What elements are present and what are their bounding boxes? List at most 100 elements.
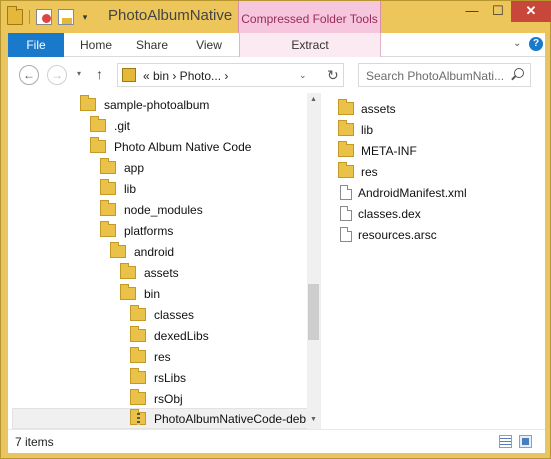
tree-item-assets[interactable]: assets [120,262,179,283]
scroll-down-button[interactable]: ▼ [307,413,320,427]
expand-ribbon-icon[interactable]: ⌄ [513,38,525,50]
search-icon[interactable] [511,68,524,80]
tab-file[interactable]: File [8,33,64,57]
help-icon[interactable]: ? [529,37,543,51]
close-button[interactable]: ✕ [511,1,551,22]
address-dropdown-icon[interactable]: ⌄ [299,70,307,81]
maximize-button[interactable]: ☐ [485,1,511,22]
folder-icon [130,347,146,363]
customize-toolbar-icon[interactable]: ▾ [80,12,90,22]
refresh-icon[interactable]: ↻ [327,67,339,84]
tree-item-label: Photo Album Native Code [114,139,252,154]
tab-home[interactable]: Home [74,33,118,57]
tree-item-bin[interactable]: bin [120,283,160,304]
tree-item-label: platforms [124,223,174,238]
tab-share[interactable]: Share [132,33,172,57]
list-item-label: META-INF [361,143,417,158]
tab-extract[interactable]: Extract [239,33,381,57]
tree-item-git[interactable]: .git [90,115,130,136]
navigation-bar: ← → ▾ ↑ « bin › Photo... › ⌄ ↻ Search Ph… [8,57,545,93]
address-path[interactable]: « bin › Photo... › [143,69,228,83]
list-item-res[interactable]: res [338,161,378,182]
file-list: assets lib META-INF res AndroidManifest.… [338,93,545,429]
tree-item-photo-album-native-code[interactable]: Photo Album Native Code [90,136,251,157]
new-folder-icon[interactable] [58,9,74,25]
folder-icon [100,200,116,216]
list-item-label: res [361,164,378,179]
tree-item-platforms[interactable]: platforms [100,220,173,241]
folder-icon [130,368,146,384]
back-button[interactable]: ← [19,65,39,85]
folder-icon [120,284,136,300]
zip-folder-icon [130,409,146,425]
tree-scrollbar[interactable]: ▲ ▼ [307,93,320,429]
list-item-assets[interactable]: assets [338,98,396,119]
tree-item-label: lib [124,181,137,196]
document-icon [340,185,352,200]
tree-item-label: classes [154,307,195,322]
large-icons-view-icon[interactable] [519,435,532,448]
compressed-folder-tools-header: Compressed Folder Tools [238,1,381,33]
document-icon [340,227,352,242]
properties-icon[interactable] [36,9,52,25]
folder-icon [130,305,146,321]
tree-item-sample-photoalbum[interactable]: sample-photoalbum [80,94,209,115]
tree-item-label: res [154,349,171,364]
folder-icon [80,95,96,111]
folder-icon [338,120,354,136]
item-count: 7 items [15,435,54,449]
tree-item-photoalbumnativecode-apk[interactable]: PhotoAlbumNativeCode-deb [12,408,312,429]
forward-button[interactable]: → [47,65,67,85]
list-item-label: AndroidManifest.xml [358,185,467,200]
tree-item-android[interactable]: android [110,241,174,262]
tree-item-node-modules[interactable]: node_modules [100,199,203,220]
list-item-resources-arsc[interactable]: resources.arsc [338,224,437,245]
tree-item-rslibs[interactable]: rsLibs [130,367,186,388]
toolbar-separator [29,10,30,24]
tree-item-label: rsObj [154,391,183,406]
tree-item-label: sample-photoalbum [104,97,210,112]
search-input[interactable]: Search PhotoAlbumNati... [358,63,531,87]
tab-view[interactable]: View [191,33,227,57]
tree-item-label: app [124,160,145,175]
folder-icon [338,162,354,178]
folder-icon [338,99,354,115]
window-title: PhotoAlbumNative [108,7,233,24]
tree-item-dexedlibs[interactable]: dexedLibs [130,325,209,346]
address-folder-icon [122,68,136,82]
tree-item-label: PhotoAlbumNativeCode-deb [154,411,307,426]
tree-item-label: .git [114,118,131,133]
list-item-lib[interactable]: lib [338,119,373,140]
tree-item-rsobj[interactable]: rsObj [130,388,183,409]
address-bar[interactable]: « bin › Photo... › ⌄ ↻ [117,63,344,87]
list-item-label: resources.arsc [358,227,437,242]
explorer-window: ▾ PhotoAlbumNative Compressed Folder Too… [0,0,551,459]
status-bar: 7 items [8,429,545,453]
tree-item-label: node_modules [124,202,203,217]
tree-item-res[interactable]: res [130,346,171,367]
list-item-androidmanifest[interactable]: AndroidManifest.xml [338,182,467,203]
minimize-button[interactable]: — [459,1,485,22]
tree-item-app[interactable]: app [100,157,144,178]
folder-icon [120,263,136,279]
folder-icon [338,141,354,157]
search-placeholder: Search PhotoAlbumNati... [366,69,505,83]
content-area: sample-photoalbum .git Photo Album Nativ… [8,93,545,429]
up-button[interactable]: ↑ [96,66,103,82]
scroll-up-button[interactable]: ▲ [307,93,320,107]
scroll-thumb[interactable] [308,284,319,340]
tree-item-label: assets [144,265,179,280]
folder-icon [90,137,106,153]
quick-access-toolbar: ▾ [7,6,90,27]
folder-icon [130,326,146,342]
ribbon-tabs: File Home Share View Extract ⌄ ? [8,33,545,57]
list-item-classes-dex[interactable]: classes.dex [338,203,421,224]
folder-icon [110,242,126,258]
recent-locations-icon[interactable]: ▾ [77,69,81,78]
tree-item-classes[interactable]: classes [130,304,194,325]
pane-divider[interactable] [320,93,321,429]
list-item-meta-inf[interactable]: META-INF [338,140,417,161]
tree-item-lib[interactable]: lib [100,178,136,199]
tree-item-label: dexedLibs [154,328,209,343]
details-view-icon[interactable] [499,435,512,448]
